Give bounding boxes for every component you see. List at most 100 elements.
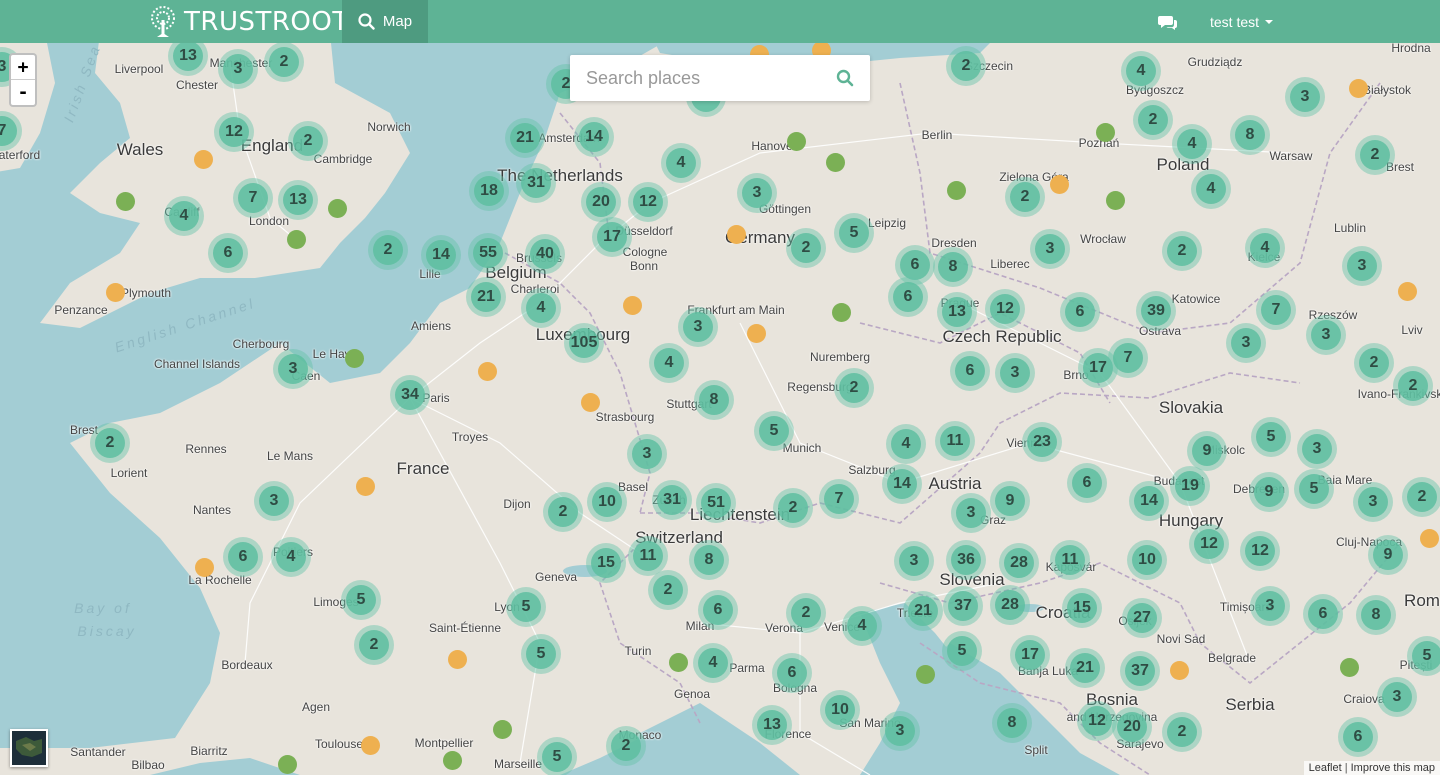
marker-cluster[interactable]: 10 bbox=[1127, 540, 1167, 580]
marker-cluster[interactable]: 6 bbox=[208, 233, 248, 273]
marker-cluster[interactable]: 51 bbox=[696, 483, 736, 523]
marker-cluster[interactable]: 7 bbox=[1256, 290, 1296, 330]
marker-cluster[interactable]: 4 bbox=[1121, 51, 1161, 91]
marker-cluster[interactable]: 21 bbox=[466, 277, 506, 317]
marker-cluster[interactable]: 8 bbox=[694, 380, 734, 420]
marker-cluster[interactable]: 4 bbox=[661, 143, 701, 183]
marker-cluster[interactable]: 4 bbox=[886, 424, 926, 464]
marker-cluster[interactable]: 4 bbox=[649, 343, 689, 383]
marker-cluster[interactable]: 105 bbox=[564, 323, 604, 363]
chat-icon[interactable] bbox=[1158, 12, 1178, 32]
marker-cluster[interactable]: 15 bbox=[1062, 588, 1102, 628]
marker-cluster[interactable]: 17 bbox=[1010, 635, 1050, 675]
marker-cluster[interactable]: 5 bbox=[506, 587, 546, 627]
marker-cluster[interactable]: 2 bbox=[1393, 366, 1433, 406]
green-host-marker[interactable] bbox=[286, 229, 306, 249]
marker-cluster[interactable]: 5 bbox=[341, 580, 381, 620]
marker-cluster[interactable]: 18 bbox=[469, 171, 509, 211]
marker-cluster[interactable]: 3 bbox=[218, 49, 258, 89]
marker-cluster[interactable]: 40 bbox=[525, 234, 565, 274]
green-host-marker[interactable] bbox=[442, 750, 462, 770]
search-icon[interactable] bbox=[836, 69, 854, 87]
green-host-marker[interactable] bbox=[1105, 190, 1125, 210]
marker-cluster[interactable]: 6 bbox=[698, 590, 738, 630]
user-menu[interactable]: test test bbox=[1210, 0, 1274, 43]
marker-cluster[interactable]: 12 bbox=[628, 182, 668, 222]
marker-cluster[interactable]: 5 bbox=[834, 213, 874, 253]
marker-cluster[interactable]: 10 bbox=[587, 482, 627, 522]
marker-cluster[interactable]: 14 bbox=[574, 117, 614, 157]
marker-cluster[interactable]: 3 bbox=[1342, 246, 1382, 286]
marker-cluster[interactable]: 13 bbox=[752, 705, 792, 745]
orange-host-marker[interactable] bbox=[1049, 174, 1069, 194]
marker-cluster[interactable]: 3 bbox=[678, 307, 718, 347]
orange-host-marker[interactable] bbox=[746, 323, 766, 343]
marker-cluster[interactable]: 4 bbox=[271, 537, 311, 577]
marker-cluster[interactable]: 9 bbox=[1368, 535, 1408, 575]
marker-cluster[interactable]: 6 bbox=[1303, 594, 1343, 634]
marker-cluster[interactable]: 3 bbox=[1353, 482, 1393, 522]
marker-cluster[interactable]: 3 bbox=[1226, 323, 1266, 363]
nav-map-tab[interactable]: Map bbox=[342, 0, 428, 43]
orange-host-marker[interactable] bbox=[1419, 528, 1439, 548]
marker-cluster[interactable]: 2 bbox=[264, 43, 304, 82]
marker-cluster[interactable]: 3 bbox=[1306, 315, 1346, 355]
green-host-marker[interactable] bbox=[1095, 122, 1115, 142]
marker-cluster[interactable]: 2 bbox=[648, 570, 688, 610]
green-host-marker[interactable] bbox=[277, 754, 297, 774]
orange-host-marker[interactable] bbox=[193, 149, 213, 169]
map-canvas[interactable]: English Channel Bay of Biscay Irish Sea Live… bbox=[0, 43, 1440, 775]
marker-cluster[interactable]: 21 bbox=[903, 591, 943, 631]
marker-cluster[interactable]: 6 bbox=[223, 537, 263, 577]
marker-cluster[interactable]: 2 bbox=[1402, 477, 1440, 517]
marker-cluster[interactable]: 3 bbox=[1030, 229, 1070, 269]
marker-cluster[interactable]: 2 bbox=[543, 492, 583, 532]
marker-cluster[interactable]: 6 bbox=[772, 653, 812, 693]
brand-logo[interactable]: TRUSTROOTS bbox=[148, 0, 366, 43]
marker-cluster[interactable]: 3 bbox=[273, 349, 313, 389]
marker-cluster[interactable]: 3 bbox=[880, 711, 920, 751]
marker-cluster[interactable]: 3 bbox=[894, 541, 934, 581]
marker-cluster[interactable]: 9 bbox=[1187, 431, 1227, 471]
leaflet-link[interactable]: Leaflet bbox=[1309, 762, 1342, 774]
orange-host-marker[interactable] bbox=[1397, 281, 1417, 301]
zoom-out-button[interactable]: - bbox=[11, 80, 35, 105]
zoom-in-button[interactable]: + bbox=[11, 55, 35, 80]
green-host-marker[interactable] bbox=[344, 348, 364, 368]
marker-cluster[interactable]: 55 bbox=[468, 233, 508, 273]
marker-cluster[interactable]: 20 bbox=[581, 182, 621, 222]
green-host-marker[interactable] bbox=[825, 152, 845, 172]
marker-cluster[interactable]: 2 bbox=[1162, 231, 1202, 271]
marker-cluster[interactable]: 28 bbox=[990, 585, 1030, 625]
marker-cluster[interactable]: 6 bbox=[888, 277, 928, 317]
marker-cluster[interactable]: 5 bbox=[521, 634, 561, 674]
green-host-marker[interactable] bbox=[115, 191, 135, 211]
marker-cluster[interactable]: 3 bbox=[737, 173, 777, 213]
marker-cluster[interactable]: 20 bbox=[1112, 707, 1152, 747]
marker-cluster[interactable]: 21 bbox=[505, 118, 545, 158]
marker-cluster[interactable]: 39 bbox=[1136, 291, 1176, 331]
marker-cluster[interactable]: 8 bbox=[1356, 595, 1396, 635]
marker-cluster[interactable]: 5 bbox=[1251, 417, 1291, 457]
marker-cluster[interactable]: 10 bbox=[820, 690, 860, 730]
marker-cluster[interactable]: 4 bbox=[1191, 169, 1231, 209]
marker-cluster[interactable]: 6 bbox=[950, 351, 990, 391]
green-host-marker[interactable] bbox=[1339, 657, 1359, 677]
green-host-marker[interactable] bbox=[946, 180, 966, 200]
marker-cluster[interactable]: 2 bbox=[1133, 100, 1173, 140]
orange-host-marker[interactable] bbox=[447, 649, 467, 669]
marker-cluster[interactable]: 4 bbox=[1245, 228, 1285, 268]
marker-cluster[interactable]: 2 bbox=[90, 423, 130, 463]
marker-cluster[interactable]: 12 bbox=[1077, 701, 1117, 741]
marker-cluster[interactable]: 6 bbox=[1338, 717, 1378, 757]
marker-cluster[interactable]: 14 bbox=[1129, 481, 1169, 521]
green-host-marker[interactable] bbox=[915, 664, 935, 684]
search-input[interactable] bbox=[570, 67, 820, 89]
marker-cluster[interactable]: 14 bbox=[421, 235, 461, 275]
marker-cluster[interactable]: 6 bbox=[1060, 292, 1100, 332]
green-host-marker[interactable] bbox=[668, 652, 688, 672]
orange-host-marker[interactable] bbox=[194, 557, 214, 577]
marker-cluster[interactable]: 4 bbox=[164, 196, 204, 236]
marker-cluster[interactable]: 15 bbox=[586, 543, 626, 583]
marker-cluster[interactable]: 8 bbox=[933, 247, 973, 287]
